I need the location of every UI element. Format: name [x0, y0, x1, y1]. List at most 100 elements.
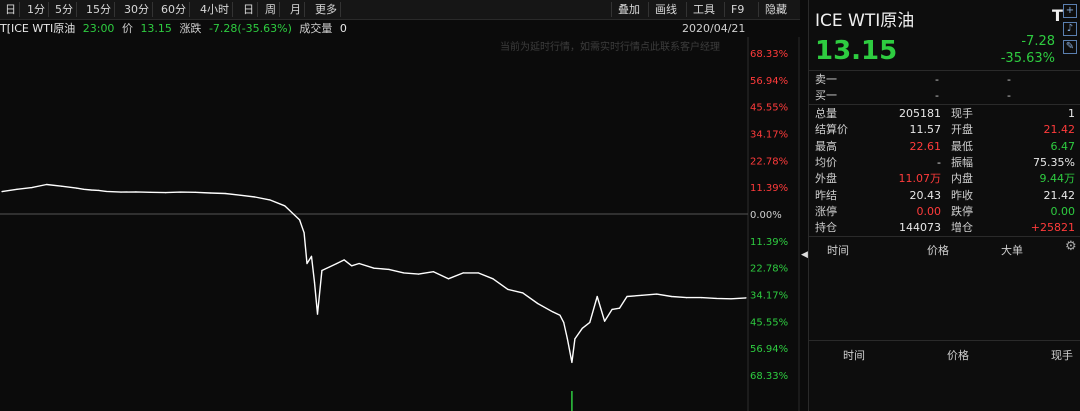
price-point	[685, 297, 688, 299]
stats-row: 最高 22.61 最低 6.47	[809, 138, 1080, 155]
stat-value: -	[937, 155, 941, 169]
time-value: 23:00	[82, 22, 115, 35]
period-button[interactable]: 5分	[52, 2, 77, 17]
chart-svg[interactable]: 68.33% 56.94% 45.55% 34.17% 22.78% 11.39% 0.00…	[0, 37, 800, 411]
stat-value: 6.47	[1050, 139, 1076, 153]
chart-date: 2020/04/21	[682, 22, 746, 35]
price-point	[559, 314, 561, 316]
period-button[interactable]: 日	[240, 2, 258, 17]
big-orders-header-time: 时间	[827, 244, 849, 257]
stats-row: 昨结 20.43 昨收 21.42	[809, 187, 1080, 204]
price-point	[120, 191, 122, 193]
stat-label: 持仓	[815, 221, 837, 235]
instrument-name: ICE WTI原油	[815, 11, 915, 31]
ticks-header-price: 价格	[947, 349, 969, 362]
y-tick-label: 11.39%	[750, 183, 788, 194]
gear-icon[interactable]: ⚙	[1065, 239, 1077, 254]
intraday-chart[interactable]: 68.33% 56.94% 45.55% 34.17% 22.78% 11.39% 0.00…	[0, 37, 800, 411]
stat-label: 最高	[815, 139, 837, 153]
stat-label: 外盘	[815, 172, 837, 186]
period-button[interactable]: 30分	[121, 2, 153, 17]
period-button[interactable]: 周	[262, 2, 280, 17]
toolbar-button[interactable]: 隐藏	[758, 2, 793, 17]
plus-icon[interactable]: +	[1063, 4, 1077, 18]
price-point	[224, 192, 226, 195]
period-button[interactable]: 1分	[24, 2, 49, 17]
period-button[interactable]: 月	[287, 2, 305, 17]
period-button[interactable]: 15分	[83, 2, 115, 17]
price-point	[596, 295, 598, 298]
price-point	[671, 295, 673, 298]
price-point	[563, 321, 565, 323]
price-point	[604, 320, 606, 322]
edit-icon[interactable]: ✎	[1063, 40, 1077, 54]
stat-value: 11.57	[909, 123, 942, 137]
price-point	[165, 192, 167, 194]
symbol-label: T[ICE WTI原油	[0, 22, 76, 35]
stat-label: 总量	[815, 107, 837, 120]
price-point	[75, 187, 77, 189]
stat-label: 增仓	[951, 221, 973, 235]
price-point	[462, 272, 464, 274]
ticks-header-volume: 现手	[1051, 349, 1073, 362]
order-book-row: 卖一 - -	[809, 71, 1080, 88]
price-point	[209, 192, 211, 194]
price-point	[477, 272, 479, 274]
price-point	[351, 265, 353, 267]
price-point	[715, 297, 717, 299]
price-point	[16, 188, 18, 190]
stat-value: 20.43	[909, 188, 942, 202]
y-tick-label: 56.94%	[750, 76, 788, 87]
delay-notice[interactable]: 当前为延时行情，如需实时行情点此联系客户经理	[500, 38, 720, 53]
price-point	[552, 311, 554, 313]
stat-value: 0.00	[916, 204, 942, 218]
price-point	[507, 288, 509, 290]
y-tick-label: 22.78%	[750, 264, 788, 275]
price-point	[343, 259, 345, 261]
price-point	[571, 361, 573, 363]
price-point	[321, 269, 323, 272]
order-book-label: 卖一	[815, 73, 837, 86]
expand-arrow-icon[interactable]: ◀	[801, 250, 808, 260]
price-point	[618, 307, 621, 309]
change-value: -7.28(-35.63%)	[208, 22, 292, 35]
price-point	[336, 262, 338, 265]
period-button[interactable]: 60分	[158, 2, 190, 17]
y-tick-label: 34.17%	[750, 130, 788, 141]
stat-value: +25821	[1030, 221, 1075, 235]
stat-label: 振幅	[951, 155, 973, 169]
price-point	[581, 327, 583, 329]
price-point	[150, 191, 152, 193]
price-point	[316, 313, 319, 315]
order-book-volume: -	[1007, 73, 1011, 86]
period-button[interactable]: 4小时	[197, 2, 233, 17]
toolbar-button[interactable]: F9	[724, 2, 750, 17]
toolbar-button[interactable]: 叠加	[611, 2, 646, 17]
bell-icon[interactable]: ♪	[1063, 22, 1077, 36]
period-button[interactable]: 日	[2, 2, 20, 17]
price-point	[303, 232, 305, 234]
price-point	[254, 196, 256, 198]
stat-value: 0.00	[1050, 204, 1076, 218]
order-book-price: -	[935, 89, 939, 102]
instrument-tag: T	[1052, 6, 1063, 25]
y-tick-label: 0.00%	[750, 210, 782, 221]
stat-label: 内盘	[951, 172, 973, 186]
price-point	[574, 338, 576, 340]
last-price: 13.15	[815, 36, 898, 66]
price-point	[194, 191, 196, 193]
volume-label: 成交量	[299, 22, 333, 35]
price-point	[135, 191, 137, 193]
toolbar-button[interactable]: 工具	[686, 2, 721, 17]
price-point	[284, 205, 286, 207]
stats-row: 涨停 0.00 跌停 0.00	[809, 203, 1080, 220]
stats-row: 持仓 144073 增仓 +25821	[809, 219, 1080, 236]
period-button[interactable]: 更多	[312, 2, 341, 17]
change-label: 涨跌	[179, 22, 202, 35]
stat-value: 205181	[899, 107, 941, 120]
stats-row: 总量 205181 现手 1	[809, 105, 1080, 122]
toolbar-button[interactable]: 画线	[648, 2, 683, 17]
price-point	[105, 190, 107, 192]
stat-value: 21.42	[1043, 188, 1076, 202]
price-point	[492, 278, 494, 280]
